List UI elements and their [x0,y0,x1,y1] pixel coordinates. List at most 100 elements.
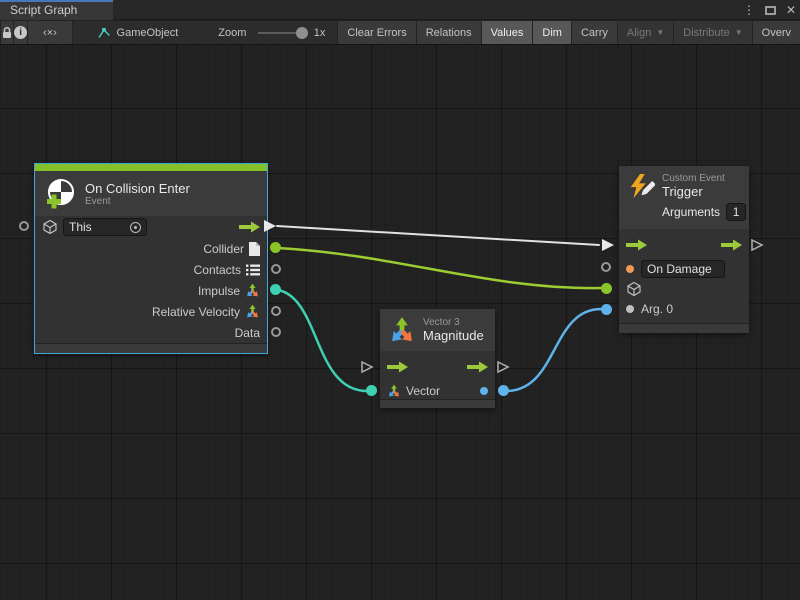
self-target-row: This [35,216,267,238]
contacts-port-row: Contacts [35,259,267,280]
flow-out-port-connected[interactable] [263,219,277,233]
collider-port[interactable] [270,242,281,253]
magnitude-output-port[interactable] [498,385,509,396]
node-header: Custom Event Trigger Arguments 1 [619,166,749,229]
target-row [619,279,749,299]
flow-in-arrow-icon [626,239,647,251]
flow-out-port[interactable] [750,238,764,252]
event-name-port[interactable] [601,262,611,272]
relative-velocity-port[interactable] [271,306,281,316]
zoom-slider-thumb[interactable] [296,27,308,39]
graph-canvas[interactable]: On Collision Enter Event This [0,45,800,600]
distribute-label: Distribute [683,27,729,39]
arg0-row: Arg. 0 [619,299,749,319]
close-icon[interactable]: ✕ [786,1,796,19]
node-trigger-custom-event[interactable]: Custom Event Trigger Arguments 1 [619,166,749,333]
menu-dots-icon[interactable]: ⋮ [743,1,755,19]
node-title: Magnitude [423,328,484,343]
vector3-icon [245,304,260,319]
node-footer [380,399,495,408]
event-name-field[interactable]: On Damage [641,260,725,278]
overview-button[interactable]: Overv [753,21,800,44]
node-on-collision-enter[interactable]: On Collision Enter Event This [35,164,267,353]
node-header: On Collision Enter Event [35,171,267,216]
align-dropdown[interactable]: Align ▼ [618,21,674,44]
impulse-wire[interactable] [278,290,367,391]
collider-port-row: Collider [35,238,267,259]
event-name-row: On Damage [619,259,749,279]
event-accent-bar [35,164,267,171]
this-field[interactable]: This [63,218,147,236]
arguments-label: Arguments [662,205,720,219]
contacts-port[interactable] [271,264,281,274]
contacts-label: Contacts [194,263,241,277]
title-bar: Script Graph ⋮ ✕ [0,0,800,20]
flow-wire[interactable] [277,226,599,245]
arg0-label: Arg. 0 [641,302,673,316]
flow-row [380,351,495,383]
gameobject-label: GameObject [117,27,179,39]
flow-row [619,231,749,259]
node-category: Vector 3 [423,317,484,328]
flow-out-port[interactable] [496,360,510,374]
align-label: Align [627,27,651,39]
node-footer [619,323,749,333]
tab-script-graph[interactable]: Script Graph [0,0,113,20]
distribute-dropdown[interactable]: Distribute ▼ [674,21,752,44]
flow-in-port-connected[interactable] [601,238,615,252]
zoom-slider[interactable] [258,32,305,34]
dim-button[interactable]: Dim [533,21,572,44]
collider-doc-icon [249,242,260,256]
cube-icon [626,281,642,297]
target-input-port[interactable] [601,283,612,294]
toolbar: i ‹×› GameObject Zoom 1x Clear Errors Re… [0,21,800,45]
code-view-button[interactable]: ‹×› [28,21,72,44]
collider-label: Collider [203,242,244,256]
vector3-icon [388,316,416,344]
vector-input-port[interactable] [366,385,377,396]
vector3-icon [245,283,260,298]
maximize-icon[interactable] [765,5,776,15]
values-button[interactable]: Values [482,21,534,44]
node-category: Custom Event [662,173,746,184]
arg0-port-indicator [626,305,634,313]
cube-icon [42,219,58,235]
list-icon [246,264,260,276]
flow-out-arrow-icon [467,361,488,373]
collider-wire[interactable] [278,248,602,288]
flow-in-port[interactable] [360,360,374,374]
relations-button[interactable]: Relations [417,21,482,44]
event-icon [43,177,77,211]
this-value: This [69,220,92,234]
self-input-port[interactable] [19,221,29,231]
lock-button[interactable] [0,21,14,44]
node-title: On Collision Enter [85,181,190,196]
custom-event-icon [627,173,655,203]
data-port[interactable] [271,327,281,337]
event-name-port-indicator [626,265,634,273]
zoom-value: 1x [312,21,332,44]
result-wire[interactable] [506,309,601,391]
impulse-port[interactable] [270,284,281,295]
vector-input-row: Vector [380,383,495,399]
node-title: Trigger [662,184,746,199]
info-button[interactable]: i [14,21,28,44]
info-icon: i [14,26,27,39]
node-header: Vector 3 Magnitude [380,309,495,351]
lock-icon [1,26,13,39]
node-subtitle: Event [85,196,190,207]
vector3-icon [387,384,401,398]
node-vector3-magnitude[interactable]: Vector 3 Magnitude [380,309,495,408]
object-picker-icon[interactable] [130,222,141,233]
script-graph-window: Script Graph ⋮ ✕ i ‹×› GameObject [0,0,800,600]
relative-velocity-label: Relative Velocity [152,305,240,319]
arguments-field[interactable]: 1 [726,203,746,221]
flow-out-arrow-icon [721,239,742,251]
arg0-input-port[interactable] [601,304,612,315]
vector-label: Vector [406,384,440,398]
clear-errors-button[interactable]: Clear Errors [337,21,416,44]
impulse-label: Impulse [198,284,240,298]
data-port-row: Data [35,322,267,343]
carry-button[interactable]: Carry [572,21,618,44]
gameobject-context[interactable]: GameObject [91,21,185,44]
